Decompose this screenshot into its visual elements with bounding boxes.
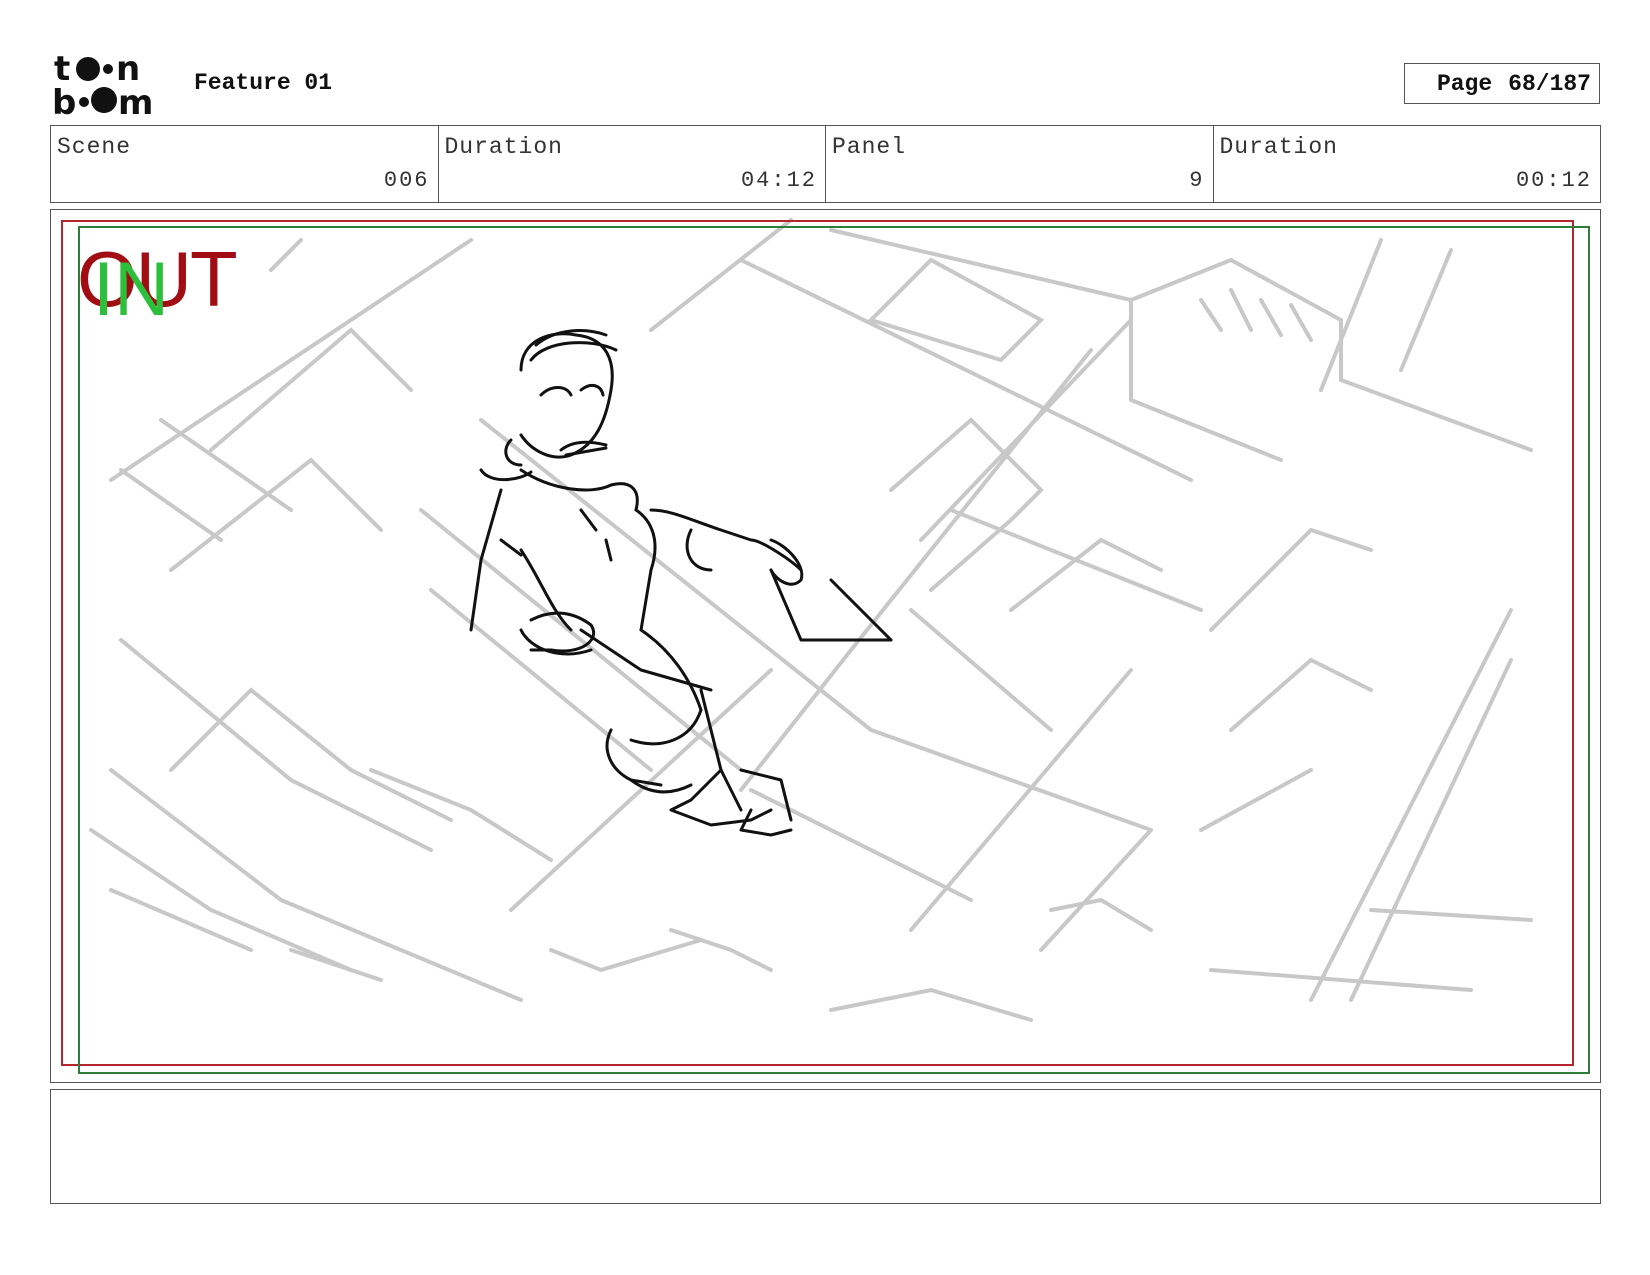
toon-boom-logo: t n b m (52, 52, 172, 118)
panel-notes-box[interactable] (50, 1089, 1601, 1204)
panel-label: Panel (832, 134, 907, 160)
scene-duration-value: 04:12 (740, 168, 817, 193)
panel-duration-value: 00:12 (1515, 168, 1592, 193)
scene-cell: Scene 006 (51, 126, 439, 202)
page-number: 68/187 (1508, 70, 1591, 97)
page-label: Page (1436, 70, 1493, 97)
project-title: Feature 01 (194, 70, 333, 96)
panel-duration-label: Duration (1219, 134, 1338, 160)
in-frame-label: IN (93, 247, 169, 332)
storyboard-panel: OUT IN (50, 209, 1601, 1083)
svg-text:m: m (118, 83, 153, 118)
svg-text:b: b (52, 83, 76, 118)
panel-cell: Panel 9 (826, 126, 1214, 202)
scene-duration-cell: Duration 04:12 (439, 126, 826, 202)
scene-value: 006 (383, 168, 430, 193)
in-frame-border (78, 226, 1590, 1074)
page-indicator: Page 68/187 (1404, 63, 1600, 104)
panel-duration-cell: Duration 00:12 (1214, 126, 1601, 202)
scene-label: Scene (57, 134, 132, 160)
scene-duration-label: Duration (444, 134, 563, 160)
shot-info-table: Scene 006 Duration 04:12 Panel 9 Duratio… (50, 125, 1601, 203)
panel-value: 9 (1189, 168, 1205, 193)
